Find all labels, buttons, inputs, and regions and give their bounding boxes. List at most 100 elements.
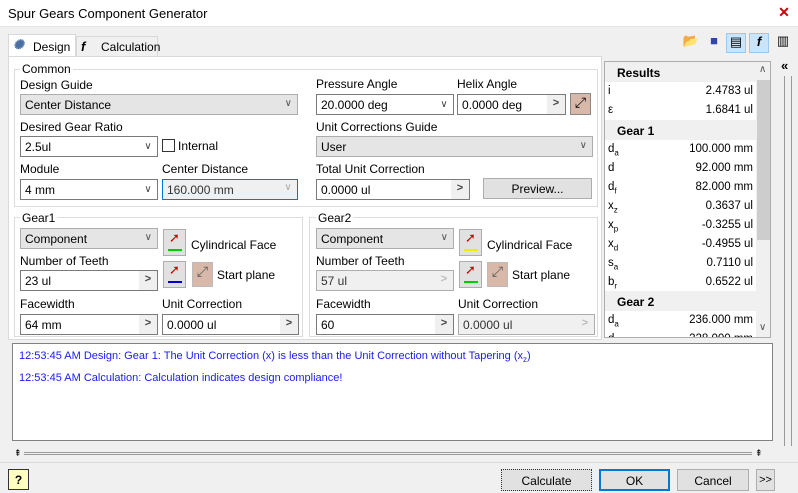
facewidth-label: Facewidth bbox=[316, 297, 371, 311]
result-value: 82.000 mm bbox=[695, 181, 753, 193]
result-symbol: da bbox=[608, 314, 619, 329]
result-row: br 0.6522 ul bbox=[605, 273, 756, 292]
expand-up-icon[interactable]: ⇞ bbox=[755, 448, 763, 459]
center-distance-combo[interactable]: 160.000 mm ∨ bbox=[162, 179, 298, 200]
teeth-label: Number of Teeth bbox=[316, 254, 405, 268]
start-plane-icon[interactable]: ⤢ bbox=[192, 262, 213, 287]
gear2-start-plane-button[interactable]: ➚ bbox=[459, 261, 482, 288]
result-symbol: da bbox=[608, 143, 619, 158]
result-value: -0.4955 ul bbox=[701, 238, 753, 250]
chevron-down-icon: ∨ bbox=[284, 98, 292, 109]
result-row: d 228.000 mm bbox=[605, 330, 756, 337]
total-unit-correction-field[interactable]: 0.0000 ul > bbox=[316, 179, 470, 200]
message-splitter[interactable] bbox=[24, 452, 752, 455]
gear-ratio-combo[interactable]: 2.5ul ∨ bbox=[20, 136, 158, 157]
gear1-type-select[interactable]: Component ∨ bbox=[20, 228, 158, 249]
result-value: 0.7110 ul bbox=[706, 257, 753, 269]
field-value: 0.0000 ul bbox=[463, 318, 513, 332]
start-plane-icon[interactable]: ⤢ bbox=[487, 262, 508, 287]
chevron-down-icon: ∨ bbox=[139, 137, 157, 156]
select-value: Component bbox=[321, 232, 384, 246]
gear2-unit-correction-field[interactable]: 0.0000 ul > bbox=[458, 314, 595, 335]
open-folder-icon[interactable]: 📂 bbox=[681, 33, 701, 53]
preview-button[interactable]: Preview... bbox=[483, 178, 592, 199]
ok-button[interactable]: OK bbox=[599, 469, 670, 491]
result-row: xz 0.3637 ul bbox=[605, 197, 756, 216]
start-plane-label: Start plane bbox=[512, 268, 571, 282]
messages-log: 12:53:45 AM Design: Gear 1: The Unit Cor… bbox=[12, 343, 773, 441]
panel-splitter[interactable] bbox=[784, 76, 792, 446]
scrollbar-thumb[interactable] bbox=[757, 80, 770, 240]
unit-correction-label: Unit Correction bbox=[162, 297, 243, 311]
field-value: 57 ul bbox=[321, 274, 348, 288]
cursor-icon: ➚ bbox=[465, 230, 476, 245]
expand-up-icon[interactable]: ⇞ bbox=[14, 448, 22, 459]
tab-calculation[interactable]: f Calculation bbox=[76, 36, 160, 57]
chevron-right-icon: > bbox=[576, 315, 594, 334]
flip-direction-icon[interactable]: ⤢ bbox=[570, 93, 591, 115]
gear1-start-plane-button[interactable]: ➚ bbox=[163, 261, 186, 288]
help-button[interactable]: ? bbox=[8, 469, 29, 490]
center-distance-label: Center Distance bbox=[162, 162, 249, 176]
settings-icon[interactable]: ▤ bbox=[726, 33, 746, 53]
message-line: 12:53:45 AM Design: Gear 1: The Unit Cor… bbox=[19, 350, 531, 365]
function-icon: f bbox=[81, 39, 86, 54]
result-row: df 82.000 mm bbox=[605, 178, 756, 197]
unit-corrections-guide-select[interactable]: User ∨ bbox=[316, 136, 593, 157]
module-combo[interactable]: 4 mm ∨ bbox=[20, 179, 158, 200]
design-guide-select[interactable]: Center Distance ∨ bbox=[20, 94, 298, 115]
cursor-icon: ➚ bbox=[169, 262, 180, 277]
results-header: Results bbox=[605, 62, 756, 82]
collapse-results-icon[interactable]: « bbox=[781, 58, 788, 73]
result-symbol: xd bbox=[608, 238, 619, 253]
save-icon[interactable]: ■ bbox=[704, 33, 724, 53]
group-label: Gear2 bbox=[316, 211, 354, 225]
chevron-up-icon[interactable]: ∧ bbox=[759, 64, 766, 75]
field-value: 60 bbox=[321, 318, 335, 332]
field-value: 0.0000 ul bbox=[167, 318, 217, 332]
gear1-cylindrical-face-button[interactable]: ➚ bbox=[163, 229, 186, 256]
close-button[interactable]: ✕ bbox=[775, 4, 793, 22]
helix-angle-label: Helix Angle bbox=[457, 77, 518, 91]
result-value: 228.000 mm bbox=[689, 333, 753, 337]
gear1-teeth-field[interactable]: 23 ul > bbox=[20, 270, 158, 291]
pressure-angle-label: Pressure Angle bbox=[316, 77, 398, 91]
calculate-button[interactable]: Calculate bbox=[501, 469, 592, 491]
chevron-right-icon: > bbox=[547, 95, 565, 114]
tab-design[interactable]: ✺ Design bbox=[8, 34, 76, 57]
notes-icon[interactable]: ▥ bbox=[773, 33, 793, 53]
function-icon[interactable]: f bbox=[749, 33, 769, 53]
cylindrical-face-label: Cylindrical Face bbox=[487, 238, 573, 252]
results-scrollbar[interactable]: ∧ ∨ bbox=[756, 62, 770, 337]
result-row: xp -0.3255 ul bbox=[605, 216, 756, 235]
cancel-button[interactable]: Cancel bbox=[677, 469, 749, 491]
gear1-facewidth-field[interactable]: 64 mm > bbox=[20, 314, 158, 335]
gear1-unit-correction-field[interactable]: 0.0000 ul > bbox=[162, 314, 299, 335]
field-value: 23 ul bbox=[25, 274, 52, 288]
total-unit-correction-label: Total Unit Correction bbox=[316, 162, 425, 176]
gear2-teeth-field[interactable]: 57 ul > bbox=[316, 270, 454, 291]
gear-ratio-label: Desired Gear Ratio bbox=[20, 120, 123, 134]
chevron-down-icon: ∨ bbox=[579, 140, 587, 151]
helix-angle-field[interactable]: 0.0000 deg > bbox=[457, 94, 566, 115]
gear2-facewidth-field[interactable]: 60 > bbox=[316, 314, 454, 335]
internal-label: Internal bbox=[178, 139, 219, 153]
pressure-angle-combo[interactable]: 20.0000 deg ∨ bbox=[316, 94, 454, 115]
more-button[interactable]: >> bbox=[756, 469, 775, 491]
start-plane-label: Start plane bbox=[217, 268, 276, 282]
gear2-cylindrical-face-button[interactable]: ➚ bbox=[459, 229, 482, 256]
chevron-down-icon: ∨ bbox=[279, 180, 297, 199]
result-row: i 2.4783 ul bbox=[608, 85, 753, 97]
result-row: sa 0.7110 ul bbox=[605, 254, 756, 273]
result-symbol: d bbox=[608, 162, 615, 174]
gear2-type-select[interactable]: Component ∨ bbox=[316, 228, 454, 249]
group-label: Common bbox=[20, 62, 73, 76]
chevron-down-icon[interactable]: ∨ bbox=[759, 322, 766, 333]
chevron-right-icon: > bbox=[435, 271, 453, 290]
result-row: da 100.000 mm bbox=[605, 140, 756, 159]
chevron-down-icon: ∨ bbox=[440, 232, 448, 243]
internal-checkbox[interactable] bbox=[162, 139, 175, 152]
result-value: 236.000 mm bbox=[689, 314, 753, 326]
result-row: ε 1.6841 ul bbox=[608, 104, 753, 116]
chevron-right-icon: > bbox=[280, 315, 298, 334]
